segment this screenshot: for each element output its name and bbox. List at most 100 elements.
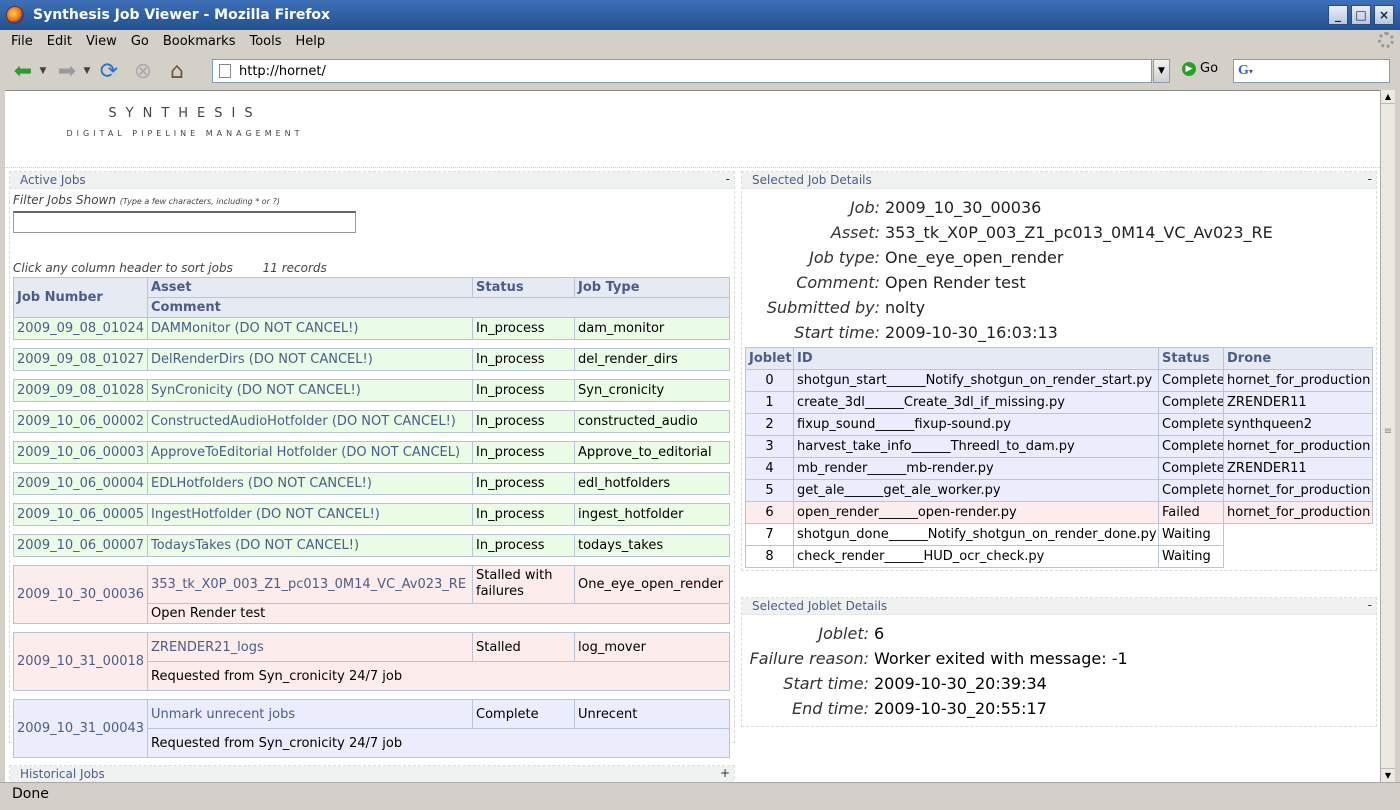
asset-cell[interactable]: DelRenderDirs (DO NOT CANCEL!)	[147, 348, 473, 371]
joblet-drone-cell[interactable]	[1224, 546, 1373, 568]
comment-cell[interactable]: Requested from Syn_cronicity 24/7 job	[147, 728, 730, 758]
job-type-cell[interactable]: Unrecent	[574, 699, 730, 729]
historical-jobs-expand-toggle[interactable]: +	[720, 766, 730, 780]
job-number-cell[interactable]: 2009_09_08_01027	[13, 348, 148, 371]
url-bar[interactable]: http://hornet/	[212, 59, 1152, 83]
status-cell[interactable]: In_process	[472, 441, 575, 464]
forward-button[interactable]: ➡	[52, 56, 82, 86]
status-cell[interactable]: In_process	[472, 503, 575, 526]
joblet-drone-cell[interactable]: ZRENDER11	[1223, 391, 1373, 414]
joblet-drone-cell[interactable]: hornet_for_production	[1223, 501, 1373, 524]
job-row[interactable]: 2009_10_06_00003 ApproveToEditorial Hotfo…	[13, 441, 730, 464]
menu-file[interactable]: File	[4, 34, 40, 49]
joblet-status-cell[interactable]: Waiting	[1158, 523, 1224, 546]
joblet-row[interactable]: 2 fixup_sound______fixup-sound.py Complete…	[745, 413, 1373, 436]
asset-cell[interactable]: SynCronicity (DO NOT CANCEL!)	[147, 379, 473, 402]
joblet-status-cell[interactable]: Complete	[1158, 457, 1224, 480]
joblet-status-cell[interactable]: Complete	[1158, 391, 1224, 414]
joblet-number-cell[interactable]: 4	[745, 457, 794, 480]
menu-go[interactable]: Go	[124, 34, 156, 49]
joblet-row[interactable]: 0 shotgun_start______Notify_shotgun_on_re…	[745, 369, 1373, 392]
asset-cell[interactable]: IngestHotfolder (DO NOT CANCEL!)	[147, 503, 473, 526]
minimize-button[interactable]: _	[1328, 5, 1348, 25]
column-header-joblet-status[interactable]: Status	[1158, 347, 1224, 370]
home-button[interactable]: ⌂	[162, 56, 192, 86]
joblet-status-cell[interactable]: Complete	[1158, 479, 1224, 502]
status-cell[interactable]: In_process	[472, 379, 575, 402]
job-row[interactable]: 2009_09_08_01024 DAMMonitor (DO NOT CANCE…	[13, 317, 730, 340]
status-cell[interactable]: Stalled with failures	[472, 565, 575, 604]
joblet-row[interactable]: 1 create_3dl______Create_3dl_if_missing.p…	[745, 391, 1373, 414]
joblet-id-cell[interactable]: check_render______HUD_ocr_check.py	[793, 545, 1159, 568]
menu-tools[interactable]: Tools	[242, 34, 288, 49]
joblet-id-cell[interactable]: open_render______open-render.py	[793, 501, 1159, 524]
job-type-cell[interactable]: log_mover	[574, 632, 730, 662]
column-header-job-number[interactable]: Job Number	[13, 277, 148, 318]
job-number-cell[interactable]: 2009_10_06_00005	[13, 503, 148, 526]
job-number-cell[interactable]: 2009_10_06_00002	[13, 410, 148, 433]
job-details-collapse-toggle[interactable]: -	[1368, 172, 1372, 186]
job-number-cell[interactable]: 2009_09_08_01028	[13, 379, 148, 402]
joblet-id-cell[interactable]: create_3dl______Create_3dl_if_missing.py	[793, 391, 1159, 414]
menu-bookmarks[interactable]: Bookmarks	[156, 34, 243, 49]
search-box[interactable]: G ▾	[1233, 59, 1390, 83]
active-jobs-collapse-toggle[interactable]: -	[726, 172, 730, 186]
job-details-header[interactable]: Selected Job Details -	[742, 172, 1376, 189]
menu-view[interactable]: View	[79, 34, 124, 49]
joblet-id-cell[interactable]: shotgun_start______Notify_shotgun_on_ren…	[793, 369, 1159, 392]
job-type-cell[interactable]: dam_monitor	[574, 317, 730, 340]
job-number-cell[interactable]: 2009_10_30_00036	[13, 565, 148, 624]
column-header-status[interactable]: Status	[472, 277, 575, 298]
vertical-scrollbar[interactable]: ▲ ≡ ▼	[1380, 90, 1395, 782]
maximize-button[interactable]: □	[1351, 5, 1371, 25]
google-search-icon[interactable]: G	[1238, 63, 1249, 79]
job-number-cell[interactable]: 2009_09_08_01024	[13, 317, 148, 340]
job-type-cell[interactable]: ingest_hotfolder	[574, 503, 730, 526]
status-cell[interactable]: In_process	[472, 348, 575, 371]
joblet-status-cell[interactable]: Complete	[1158, 369, 1224, 392]
joblet-row[interactable]: 5 get_ale______get_ale_worker.py Complete h…	[745, 479, 1373, 502]
joblet-number-cell[interactable]: 8	[745, 545, 794, 568]
joblet-status-cell[interactable]: Complete	[1158, 435, 1224, 458]
joblet-number-cell[interactable]: 7	[745, 523, 794, 546]
joblet-drone-cell[interactable]: hornet_for_production	[1223, 435, 1373, 458]
asset-cell[interactable]: DAMMonitor (DO NOT CANCEL!)	[147, 317, 473, 340]
comment-cell[interactable]: Open Render test	[147, 602, 730, 625]
job-type-cell[interactable]: Syn_cronicity	[574, 379, 730, 402]
job-type-cell[interactable]: del_render_dirs	[574, 348, 730, 371]
historical-jobs-header[interactable]: Historical Jobs +	[10, 766, 734, 782]
status-cell[interactable]: In_process	[472, 472, 575, 495]
url-text[interactable]: http://hornet/	[239, 64, 326, 79]
close-button[interactable]: ×	[1374, 5, 1394, 25]
stop-button[interactable]: ⊗	[128, 56, 158, 86]
job-type-cell[interactable]: todays_takes	[574, 534, 730, 557]
joblet-id-cell[interactable]: mb_render______mb-render.py	[793, 457, 1159, 480]
job-type-cell[interactable]: Approve_to_editorial	[574, 441, 730, 464]
joblet-row[interactable]: 8 check_render______HUD_ocr_check.py Waiti…	[745, 545, 1373, 568]
joblet-drone-cell[interactable]	[1224, 524, 1373, 546]
column-header-id[interactable]: ID	[793, 347, 1159, 370]
job-type-cell[interactable]: edl_hotfolders	[574, 472, 730, 495]
job-row[interactable]: 2009_10_06_00005 IngestHotfolder (DO NOT …	[13, 503, 730, 526]
joblet-drone-cell[interactable]: synthqueen2	[1223, 413, 1373, 436]
job-number-cell[interactable]: 2009_10_31_00043	[13, 699, 148, 758]
joblet-id-cell[interactable]: shotgun_done______Notify_shotgun_on_rend…	[793, 523, 1159, 546]
go-button[interactable]: ▶ Go	[1182, 61, 1218, 76]
job-type-cell[interactable]: One_eye_open_render	[574, 565, 730, 604]
job-row[interactable]: 2009_10_06_00007 TodaysTakes (DO NOT CANC…	[13, 534, 730, 557]
job-number-cell[interactable]: 2009_10_06_00003	[13, 441, 148, 464]
joblet-number-cell[interactable]: 3	[745, 435, 794, 458]
search-engine-dropdown-icon[interactable]: ▾	[1249, 67, 1253, 76]
joblet-details-header[interactable]: Selected Joblet Details -	[742, 598, 1376, 615]
forward-history-dropdown[interactable]: ▼	[82, 66, 92, 76]
joblet-drone-cell[interactable]: hornet_for_production	[1223, 479, 1373, 502]
scroll-grip-icon[interactable]: ≡	[1381, 426, 1395, 437]
job-row[interactable]: 2009_09_08_01027 DelRenderDirs (DO NOT CA…	[13, 348, 730, 371]
status-cell[interactable]: In_process	[472, 534, 575, 557]
status-cell[interactable]: Stalled	[472, 632, 575, 662]
filter-jobs-input[interactable]	[13, 211, 356, 233]
joblet-row[interactable]: 6 open_render______open-render.py Failed ho…	[745, 501, 1373, 524]
menu-help[interactable]: Help	[289, 34, 333, 49]
column-header-comment[interactable]: Comment	[147, 297, 730, 318]
job-row[interactable]: 2009_10_30_00036 353_tk_X0P_003_Z1_pc013_…	[13, 565, 730, 624]
